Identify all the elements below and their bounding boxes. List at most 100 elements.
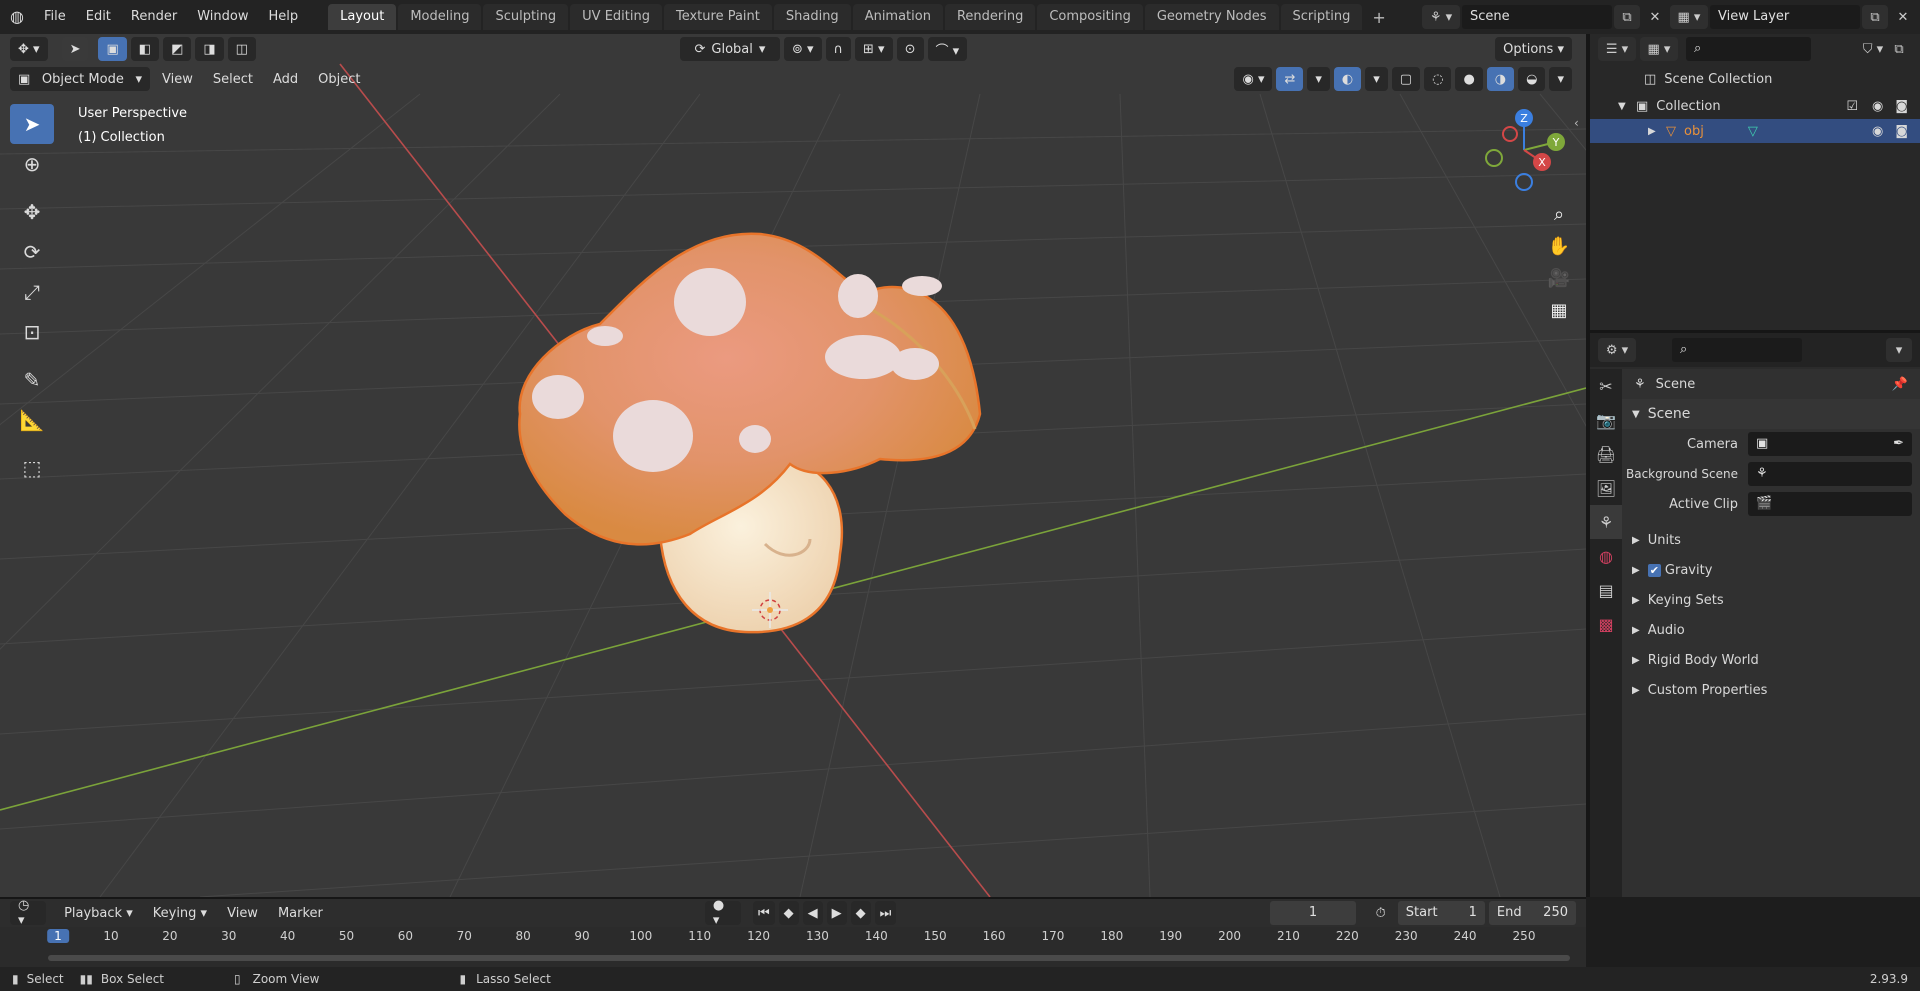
proportional-edit-icon[interactable]: ⊙ [896, 37, 924, 61]
add-workspace-button[interactable]: + [1364, 8, 1393, 27]
solid-shading-icon[interactable]: ● [1455, 67, 1483, 91]
area-separator[interactable] [0, 897, 1586, 899]
select-new-icon[interactable]: ▣ [98, 37, 127, 61]
editor-type-icon[interactable]: ✥ ▾ [10, 37, 48, 61]
texture-tab-icon[interactable]: ▩ [1590, 607, 1622, 641]
timeline-scrollbar[interactable] [48, 955, 1570, 961]
obj-expand-icon[interactable]: ▶ [1648, 126, 1666, 137]
material-shading-icon[interactable]: ◑ [1486, 67, 1515, 91]
camera-field[interactable]: ▣ ✒ [1748, 432, 1912, 456]
scene-panel-expand-icon[interactable]: ▼ [1632, 409, 1640, 420]
overlay-dropdown-icon[interactable]: ▾ [1365, 67, 1388, 91]
scale-tool-icon[interactable]: ⤢ [10, 272, 54, 312]
active-clip-field[interactable]: 🎬 [1748, 492, 1912, 516]
pan-hand-icon[interactable]: ✋ [1543, 230, 1575, 262]
scene-field[interactable]: Scene [1462, 5, 1612, 29]
shading-dropdown-icon[interactable]: ▾ [1549, 67, 1572, 91]
area-separator[interactable] [1590, 330, 1920, 333]
display-mode-icon[interactable]: ▦ ▾ [1640, 37, 1678, 61]
eyedropper-icon[interactable]: ✒ [1893, 432, 1904, 456]
menu-file[interactable]: File [34, 0, 76, 34]
scene-tab-icon[interactable]: ⚘ [1590, 505, 1622, 539]
select-subtract-icon[interactable]: ◩ [163, 37, 192, 61]
cursor-tool-icon[interactable]: ⊕ [10, 144, 54, 184]
options-dropdown[interactable]: Options ▾ [1495, 37, 1572, 61]
outliner-editor-type-icon[interactable]: ☰ ▾ [1598, 37, 1636, 61]
keying-sets-panel[interactable]: ▶ Keying Sets [1622, 585, 1920, 615]
pin-icon[interactable]: 📌 [1892, 377, 1908, 392]
falloff-icon[interactable]: ⌒ ▾ [927, 37, 968, 61]
new-view-layer-icon[interactable]: ⧉ [1862, 5, 1888, 29]
tab-animation[interactable]: Animation [852, 4, 943, 30]
collection-expand-icon[interactable]: ▼ [1618, 101, 1636, 112]
new-scene-icon[interactable]: ⧉ [1614, 5, 1640, 29]
gravity-panel[interactable]: ▶ ✔ Gravity [1622, 555, 1920, 585]
gizmo-dropdown-icon[interactable]: ▾ [1307, 67, 1330, 91]
select-box-tool-icon[interactable]: ➤ [10, 104, 54, 144]
menu-help[interactable]: Help [258, 0, 308, 34]
scene-selector-icon[interactable]: ⚘ ▾ [1422, 5, 1460, 29]
menu-select[interactable]: Select [205, 67, 261, 91]
mesh-data-icon[interactable]: ▽ [1748, 124, 1758, 139]
visibility-icon[interactable]: ◉ ▾ [1234, 67, 1273, 91]
rendered-shading-icon[interactable]: ◒ [1518, 67, 1546, 91]
obj-render-icon[interactable]: ◙ [1895, 124, 1908, 139]
output-tab-icon[interactable]: 🖨 [1590, 437, 1622, 471]
tool-tab-icon[interactable]: ✂ [1590, 369, 1622, 403]
audio-panel[interactable]: ▶ Audio [1622, 615, 1920, 645]
snap-icon[interactable]: ∩ [825, 37, 852, 61]
move-tool-icon[interactable]: ✥ [10, 192, 54, 232]
pivot-point-icon[interactable]: ⊚ ▾ [783, 37, 822, 61]
delete-scene-icon[interactable]: ✕ [1642, 5, 1668, 29]
gravity-checkbox[interactable]: ✔ [1647, 563, 1661, 577]
filter-icon[interactable]: ⛉ ▾ [1860, 37, 1886, 61]
navigation-gizmo[interactable]: Z Y X [1476, 104, 1572, 200]
world-tab-icon[interactable]: ◍ [1590, 539, 1622, 573]
outliner-row-obj[interactable]: ▶ ▽ obj ▽ ◉ ◙ [1590, 119, 1920, 143]
tab-uv-editing[interactable]: UV Editing [570, 4, 662, 30]
overlay-toggle-icon[interactable]: ◐ [1333, 67, 1362, 91]
new-collection-icon[interactable]: ⧉ [1886, 37, 1912, 61]
blender-logo-icon[interactable]: ◍ [0, 0, 34, 34]
menu-add[interactable]: Add [265, 67, 306, 91]
tab-scripting[interactable]: Scripting [1280, 4, 1363, 30]
menu-edit[interactable]: Edit [76, 0, 121, 34]
outliner-row-collection[interactable]: ▼ ▣ Collection ☑ ◉ ◙ [1590, 94, 1920, 119]
select-intersect-icon[interactable]: ◫ [227, 37, 256, 61]
rotate-tool-icon[interactable]: ⟳ [10, 232, 54, 272]
tab-rendering[interactable]: Rendering [944, 4, 1036, 30]
3d-viewport[interactable]: ✥ ▾ ➤ ▣ ◧ ◩ ◨ ◫ ⟳ Global ▾ ⊚ ▾ ∩ ⊞ ▾ ⊙ ⌒… [0, 34, 1586, 897]
tab-modeling[interactable]: Modeling [398, 4, 482, 30]
snap-target-icon[interactable]: ⊞ ▾ [855, 37, 893, 61]
xray-icon[interactable]: ▢ [1391, 67, 1421, 91]
menu-view[interactable]: View [154, 67, 201, 91]
custom-properties-panel[interactable]: ▶ Custom Properties [1622, 675, 1920, 705]
zoom-icon[interactable]: ⌕ [1543, 198, 1575, 230]
area-separator[interactable] [1586, 34, 1590, 897]
tab-sculpting[interactable]: Sculpting [483, 4, 569, 30]
background-scene-field[interactable]: ⚘ [1748, 462, 1912, 486]
collection-render-icon[interactable]: ◙ [1895, 99, 1908, 114]
properties-options-icon[interactable]: ▾ [1886, 338, 1912, 362]
menu-render[interactable]: Render [121, 0, 187, 34]
measure-tool-icon[interactable]: 📐 [10, 400, 54, 440]
perspective-grid-icon[interactable]: ▦ [1543, 294, 1575, 326]
select-extend-icon[interactable]: ◧ [130, 37, 160, 61]
add-cube-tool-icon[interactable]: ⬚ [10, 448, 54, 488]
object-mode-dropdown[interactable]: ▣ Object Mode ▾ [10, 67, 150, 91]
camera-view-icon[interactable]: 🎥 [1543, 262, 1575, 294]
gizmo-toggle-icon[interactable]: ⇄ [1276, 67, 1304, 91]
properties-editor-type-icon[interactable]: ⚙ ▾ [1598, 338, 1636, 362]
properties-search-input[interactable]: ⌕ [1672, 338, 1802, 362]
view-layer-selector-icon[interactable]: ▦ ▾ [1670, 5, 1708, 29]
sidebar-toggle-icon[interactable]: ‹ [1574, 116, 1579, 130]
scene-panel-header[interactable]: ▼ Scene [1622, 399, 1920, 429]
units-panel[interactable]: ▶ Units [1622, 525, 1920, 555]
collection-visibility-icon[interactable]: ◉ [1872, 99, 1883, 114]
menu-window[interactable]: Window [187, 0, 258, 34]
tab-shading[interactable]: Shading [773, 4, 851, 30]
wireframe-shading-icon[interactable]: ◌ [1424, 67, 1452, 91]
view-layer-tab-icon[interactable]: 🖼 [1590, 471, 1622, 505]
delete-view-layer-icon[interactable]: ✕ [1890, 5, 1916, 29]
menu-object[interactable]: Object [310, 67, 368, 91]
